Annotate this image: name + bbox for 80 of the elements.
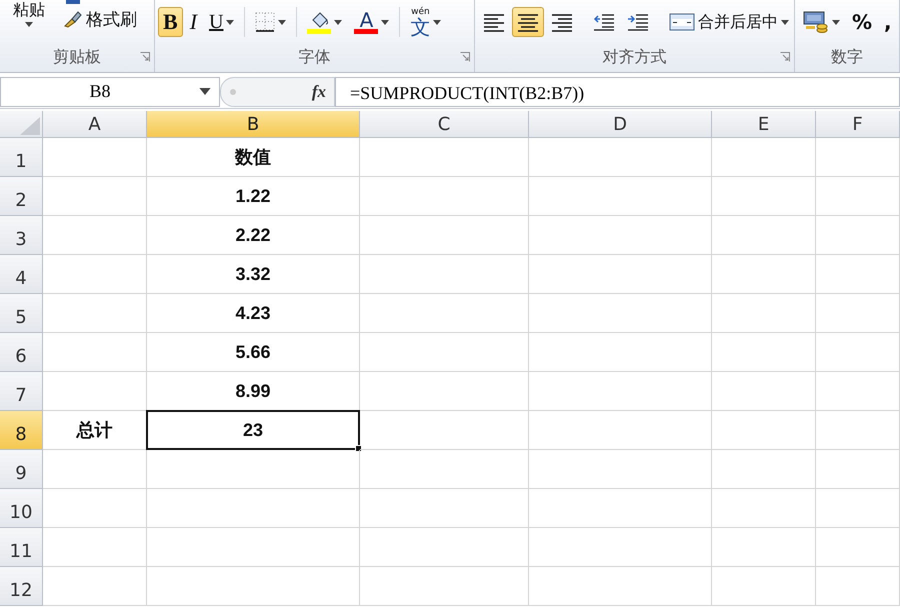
grip-icon [229,88,237,96]
table-cell: 5.66 [147,333,360,372]
column-header[interactable]: F [816,111,900,138]
font-color-button[interactable]: A [349,7,394,37]
bold-button[interactable]: B [158,7,183,37]
paint-bucket-icon [307,10,332,34]
name-box[interactable]: B8 [0,76,220,106]
row-header[interactable]: 11 [0,528,43,567]
dropdown-caret-icon [832,20,840,24]
row-header[interactable]: 8 [0,411,43,450]
triangle-icon [20,117,40,135]
button-label: 文 [410,16,430,36]
row-header[interactable]: 6 [0,333,43,372]
underline-button[interactable]: U [204,7,240,37]
align-right-icon [551,12,573,32]
number-format-button[interactable]: , [879,7,897,37]
format-painter-button[interactable]: 格式刷 [58,4,142,34]
button-label: 合并后居中 [698,12,778,32]
border-icon [255,12,276,32]
phonetic-guide-button[interactable]: wén 文 [405,7,446,37]
row-header[interactable]: 2 [0,177,43,216]
button-label: % [852,10,872,34]
row-header[interactable]: 5 [0,294,43,333]
button-label: , [884,10,892,34]
dropdown-caret-icon [433,20,442,24]
align-center-icon [517,12,539,32]
group-label: 对齐方式 [602,46,668,68]
dialog-launcher-icon[interactable] [460,52,470,62]
table-cell: 1.22 [147,177,360,216]
row-header[interactable]: 4 [0,255,43,294]
dialog-launcher-icon[interactable] [140,52,150,62]
dropdown-caret-icon [278,20,286,24]
table-cell: 2.22 [147,216,360,255]
row-header[interactable]: 10 [0,489,43,528]
paste-button[interactable]: 粘贴 [8,0,50,28]
button-label: wén [411,8,430,16]
button-label: B [163,9,178,35]
table-cell: 数值 [147,138,360,177]
group-label: 剪贴板 [52,46,102,68]
formula-input[interactable]: =SUMPRODUCT(INT(B2:B7)) [335,76,900,106]
dialog-launcher-icon[interactable] [780,52,790,62]
column-header[interactable]: D [529,111,712,138]
dropdown-caret-icon [381,20,390,24]
indent-decrease-icon [593,12,615,32]
dropdown-caret-icon [199,88,211,95]
paintbrush-icon [63,10,83,28]
group-label: 数字 [830,46,864,68]
indent-increase-icon [627,12,649,32]
row-header[interactable]: 3 [0,216,43,255]
row-header[interactable]: 7 [0,372,43,411]
number-format-button[interactable]: % [847,7,878,37]
italic-button[interactable]: I [184,7,202,37]
merge-cells-icon [669,13,695,31]
active-cell[interactable]: 23 [146,410,360,450]
button-label: I [190,9,198,35]
dropdown-caret-icon [226,20,234,24]
insert-function-button[interactable]: fx [312,82,326,102]
table-cell: 总计 [43,411,147,450]
row-header[interactable]: 1 [0,138,43,177]
currency-coins-icon [803,10,829,34]
align-center-button[interactable] [512,7,544,37]
fill-handle[interactable] [355,445,362,452]
table-cell: 3.32 [147,255,360,294]
table-cell: 8.99 [147,372,360,411]
dropdown-caret-icon [334,20,342,24]
dropdown-caret-icon [781,20,789,24]
row-header[interactable]: 12 [0,567,43,606]
table-cell: 4.23 [147,294,360,333]
dropdown-caret-icon [25,22,33,27]
column-header[interactable]: B [147,111,360,138]
align-left-icon [483,12,505,32]
button-label: A [360,10,374,28]
group-label: 字体 [298,46,332,68]
button-label: U [209,10,224,34]
copy-icon [66,0,80,4]
merge-center-button[interactable]: 合并后居中 [664,7,794,37]
column-header[interactable]: E [712,111,816,138]
column-header[interactable]: A [43,111,147,138]
row-header[interactable]: 9 [0,450,43,489]
column-header[interactable]: C [360,111,529,138]
